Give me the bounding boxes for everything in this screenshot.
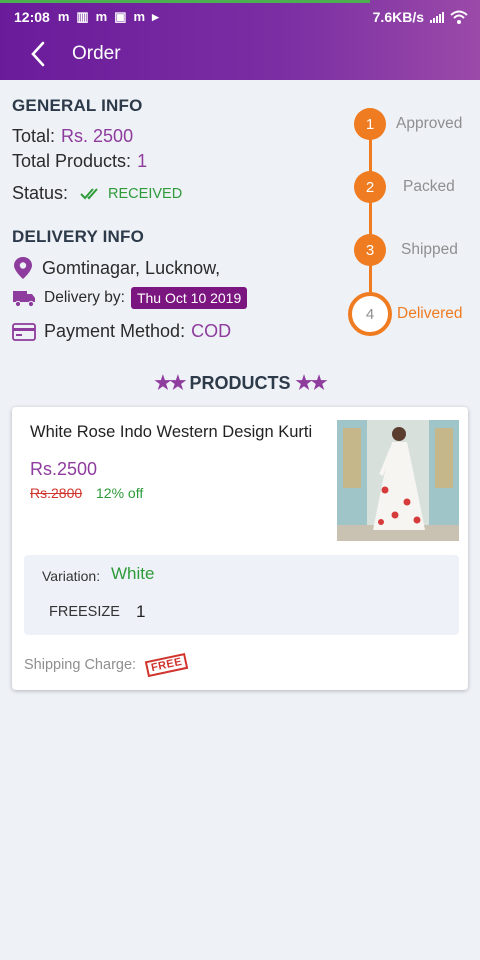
- total-value: Rs. 2500: [61, 126, 134, 146]
- location-pin-icon: [12, 256, 34, 280]
- delivery-info-heading: DELIVERY INFO: [12, 227, 145, 246]
- clock: 12:08: [14, 9, 50, 25]
- notification-icons: m ▥ m ▣ m ▸: [58, 9, 159, 25]
- star-icon: ★★: [154, 373, 186, 394]
- variation-label: Variation:: [42, 568, 101, 584]
- shipping-charge-label: Shipping Charge:: [24, 657, 137, 673]
- m-icon: m: [133, 9, 146, 24]
- product-card[interactable]: White Rose Indo Western Design Kurti Rs.…: [12, 407, 468, 690]
- play-icon: ▸: [152, 9, 159, 24]
- step-packed: 2 Packed: [348, 171, 455, 203]
- product-image[interactable]: [337, 420, 459, 541]
- m-icon: m: [95, 9, 108, 24]
- total-label: Total:: [12, 126, 56, 146]
- signal-icon: [430, 11, 444, 23]
- wifi-icon: [450, 10, 468, 24]
- delivery-truck-icon: [12, 288, 36, 308]
- product-name: White Rose Indo Western Design Kurti: [30, 423, 313, 441]
- delivery-address: Gomtinagar, Lucknow,: [42, 257, 221, 278]
- double-check-icon: [80, 187, 98, 199]
- shipping-charge: Shipping Charge: FREE: [24, 652, 189, 678]
- delivery-by-label: Delivery by:: [44, 289, 125, 306]
- back-arrow-icon: [31, 41, 45, 67]
- status-label: Status:: [12, 183, 69, 203]
- photo-icon: ▣: [114, 9, 127, 24]
- variation-value: White: [111, 564, 155, 583]
- product-discount: 12% off: [96, 485, 144, 501]
- star-icon: ★★: [295, 373, 328, 394]
- order-status-stepper: 1 Approved 2 Packed 3 Shipped 4 Delivere…: [348, 108, 478, 338]
- step-label: Packed: [403, 178, 455, 195]
- back-button[interactable]: [8, 34, 68, 74]
- stepper-line: [369, 124, 372, 314]
- payment-method-value: COD: [191, 321, 232, 341]
- page-title: Order: [72, 43, 121, 64]
- products-heading: ★★ PRODUCTS ★★: [0, 372, 480, 395]
- step-number: 1: [354, 108, 386, 140]
- step-number: 4: [348, 292, 392, 336]
- app-icon: ▥: [76, 9, 89, 24]
- step-number: 3: [354, 234, 386, 266]
- variation-box: Variation: White FREESIZE 1: [24, 555, 459, 635]
- general-info-heading: GENERAL INFO: [12, 96, 143, 115]
- network-speed: 7.6KB/s: [372, 9, 424, 25]
- step-approved: 1 Approved: [348, 108, 462, 140]
- total-products-value: 1: [137, 151, 148, 171]
- step-label: Delivered: [397, 305, 463, 322]
- step-label: Shipped: [401, 241, 458, 258]
- status-badge: RECEIVED: [108, 185, 183, 202]
- size-quantity: 1: [136, 602, 146, 621]
- credit-card-icon: [12, 322, 36, 342]
- step-label: Approved: [396, 115, 463, 132]
- step-number: 2: [354, 171, 386, 203]
- step-delivered: 4 Delivered: [348, 292, 462, 336]
- product-price: Rs.2500: [30, 459, 98, 479]
- free-shipping-stamp: FREE: [144, 652, 189, 678]
- payment-method-label: Payment Method:: [44, 321, 186, 341]
- product-original-price: Rs.2800: [30, 485, 83, 501]
- step-shipped: 3 Shipped: [348, 234, 458, 266]
- status-bar: 12:08 m ▥ m ▣ m ▸ 7.6KB/s: [0, 3, 480, 31]
- size-label: FREESIZE: [49, 604, 120, 620]
- app-bar: 12:08 m ▥ m ▣ m ▸ 7.6KB/s Order: [0, 0, 480, 80]
- total-products-label: Total Products:: [12, 151, 132, 171]
- delivery-date-badge: Thu Oct 10 2019: [130, 287, 248, 309]
- products-heading-text: PRODUCTS: [189, 373, 291, 393]
- m-icon: m: [57, 9, 70, 24]
